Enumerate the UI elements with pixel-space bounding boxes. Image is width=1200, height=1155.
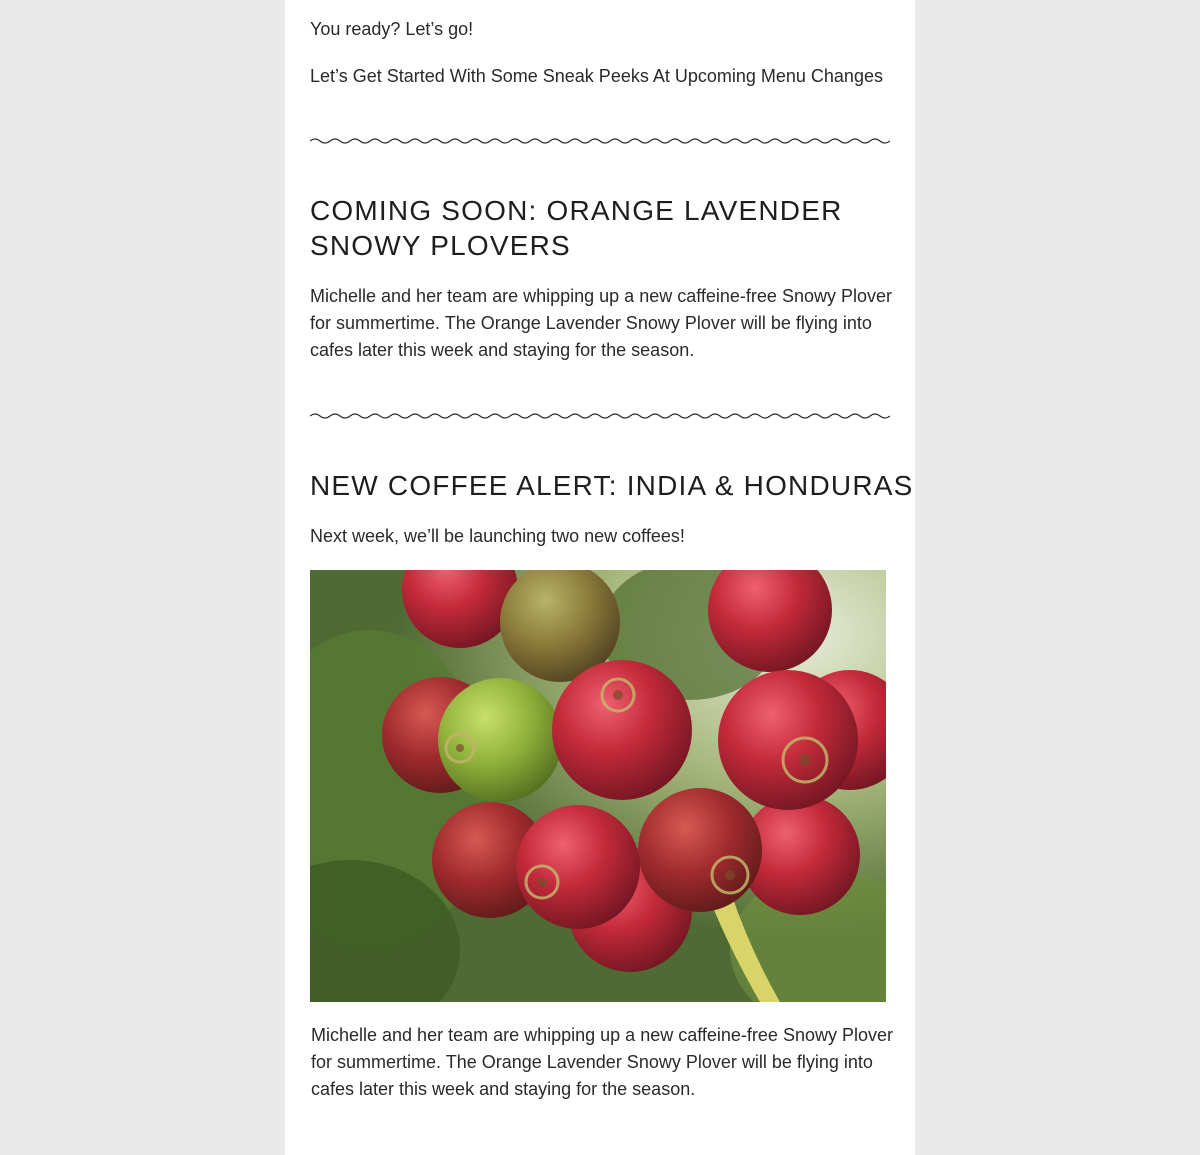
wavy-divider <box>310 138 890 144</box>
intro-lead: Let’s Get Started With Some Sneak Peeks … <box>310 66 883 86</box>
section-body-snowy-plovers: Michelle and her team are whipping up a … <box>310 286 892 360</box>
section-body-new-coffee: Michelle and her team are whipping up a … <box>311 1025 893 1099</box>
intro-greeting: You ready? Let’s go! <box>310 19 474 39</box>
email-column: You ready? Let’s go! Let’s Get Started W… <box>285 0 915 1155</box>
heading-line: COMING SOON: ORANGE LAVENDER <box>310 195 843 226</box>
coffee-cherries-photo <box>310 570 886 1002</box>
heading-line: SNOWY PLOVERS <box>310 230 571 261</box>
section-heading-snowy-plovers: COMING SOON: ORANGE LAVENDER SNOWY PLOVE… <box>310 193 843 263</box>
section-heading-new-coffee: NEW COFFEE ALERT: INDIA & HONDURAS <box>310 470 914 501</box>
section-lead-new-coffee: Next week, we’ll be launching two new co… <box>310 526 685 546</box>
wavy-divider <box>310 413 890 419</box>
